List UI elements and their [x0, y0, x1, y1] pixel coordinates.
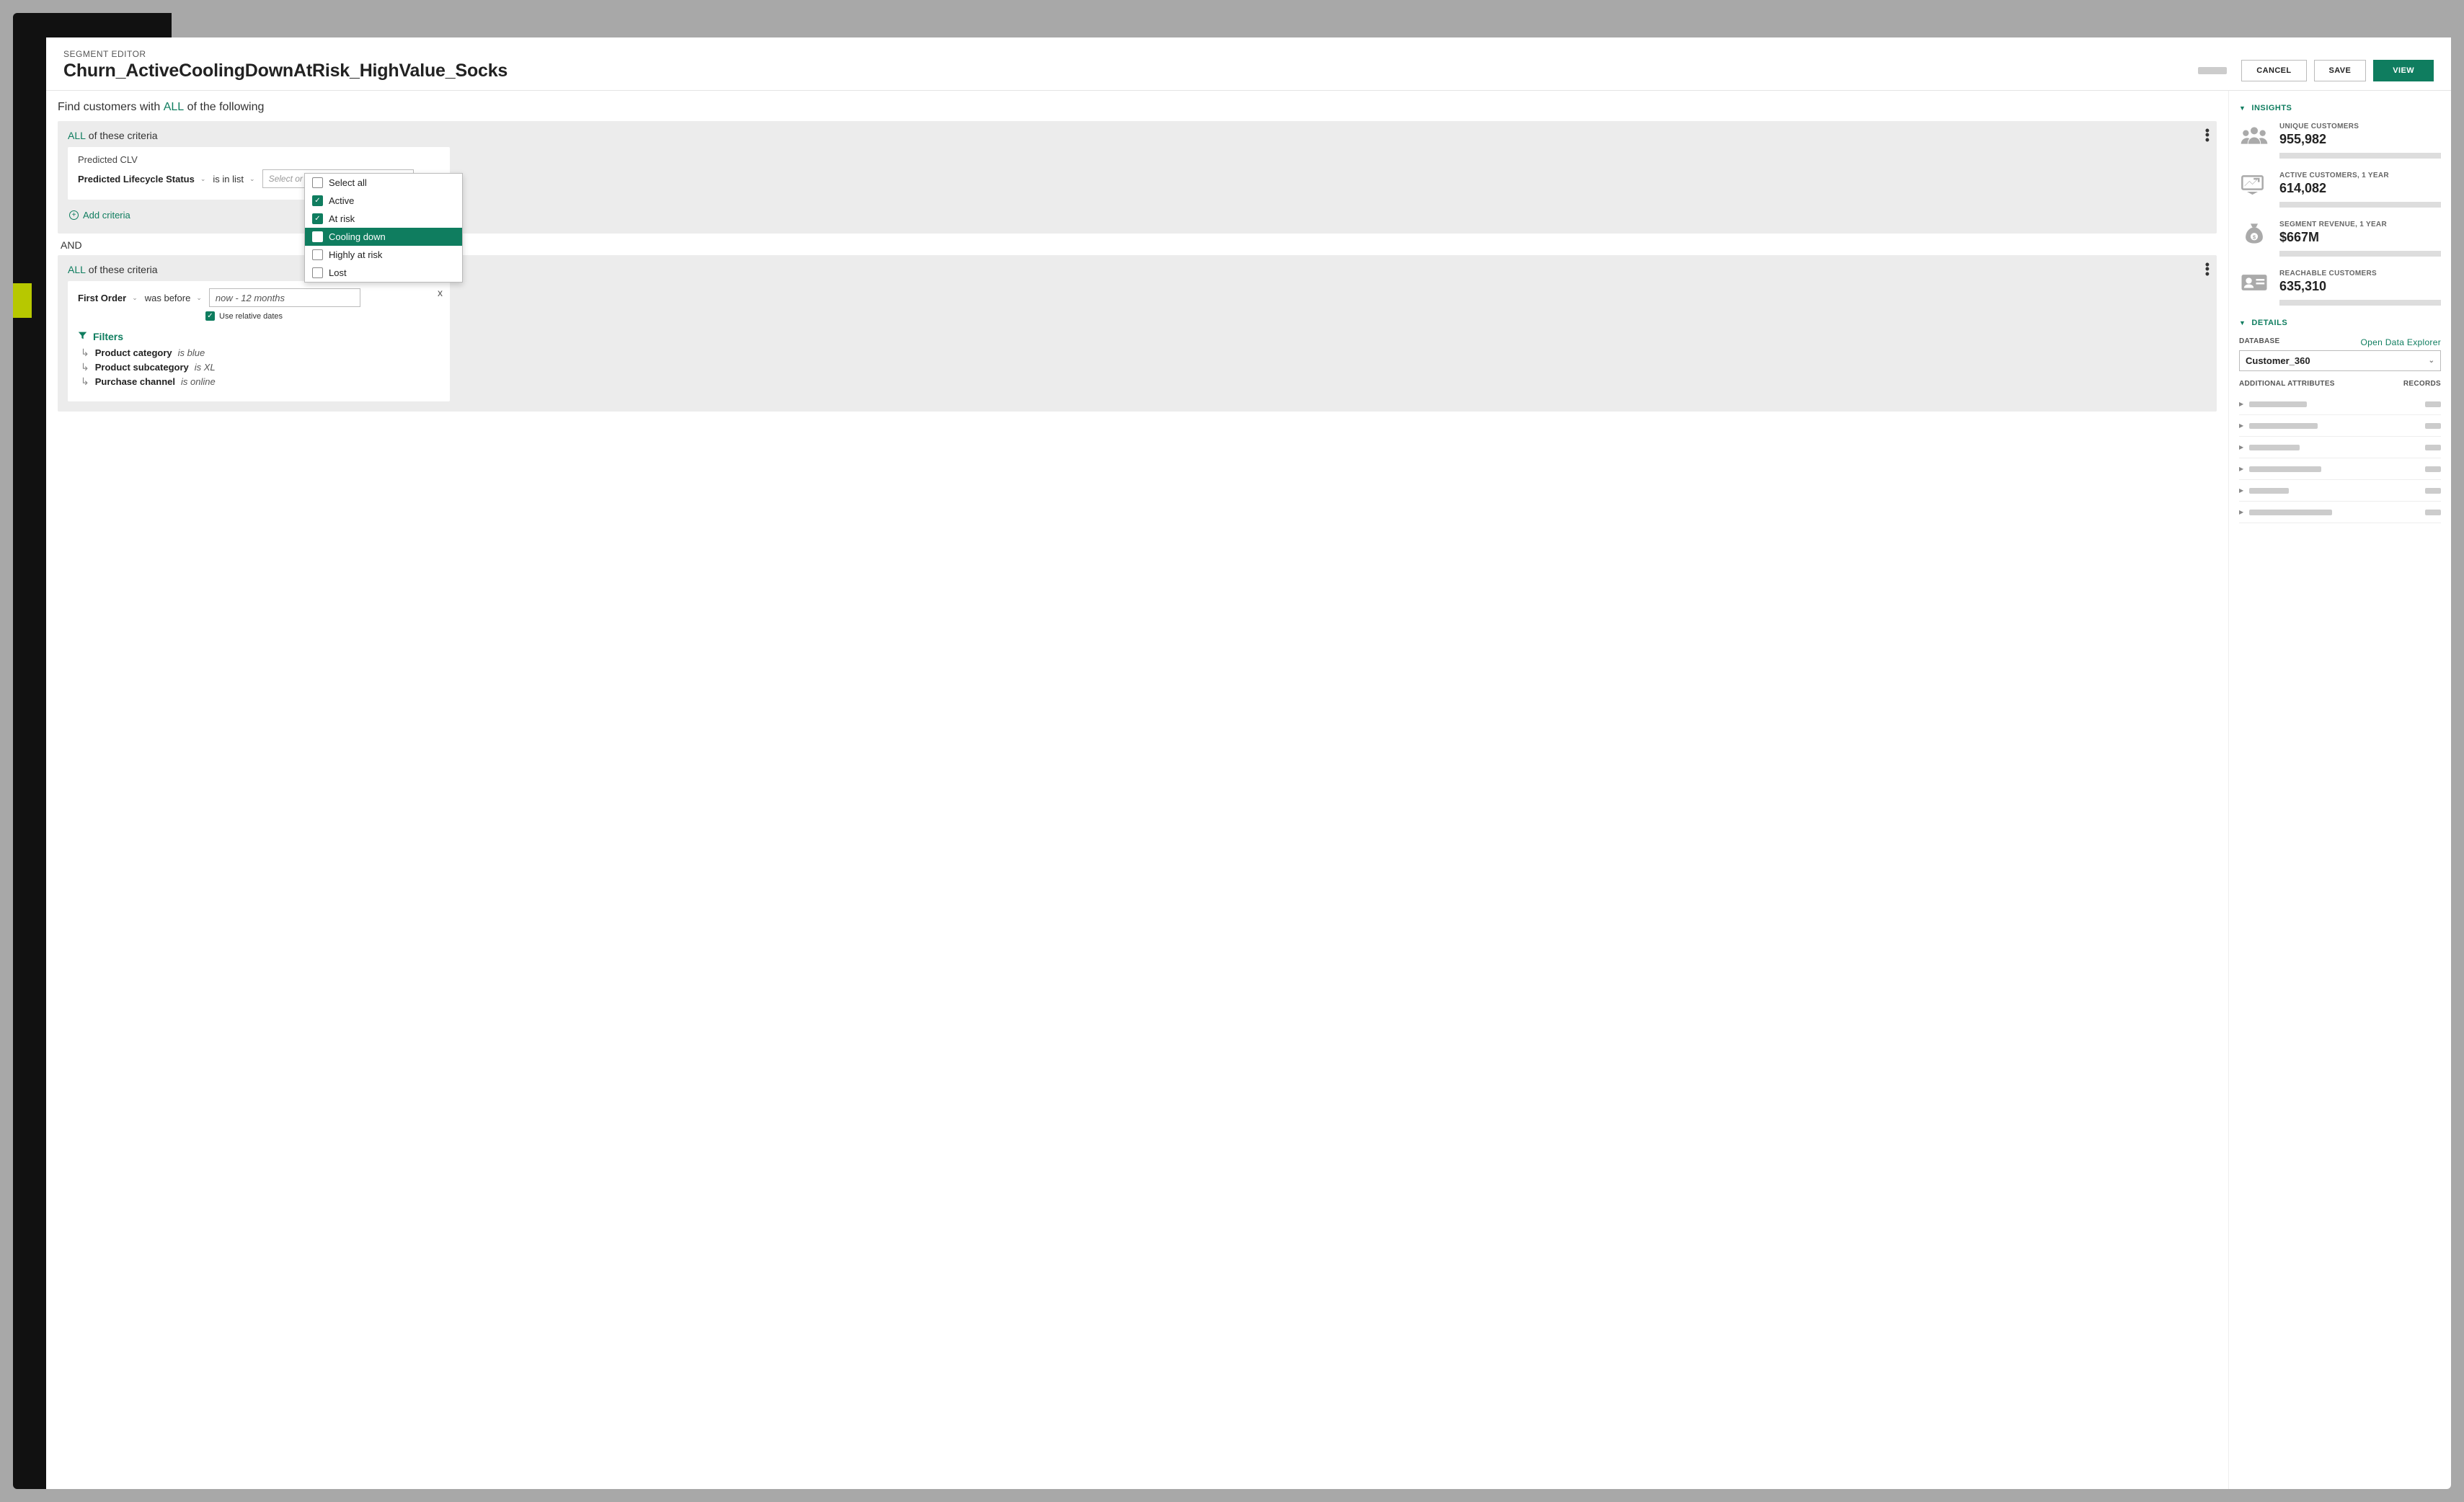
chevron-right-icon: ▶	[2239, 444, 2243, 450]
filter-row[interactable]: ↳Product subcategoryis XL	[81, 361, 440, 373]
arrow-icon: ↳	[81, 361, 89, 373]
database-label: DATABASE	[2239, 337, 2279, 347]
dropdown-option[interactable]: Select all	[305, 174, 462, 192]
chevron-right-icon: ▶	[2239, 401, 2243, 407]
idcard-icon	[2239, 270, 2269, 295]
metric-bar	[2279, 153, 2441, 159]
moneybag-icon: $	[2239, 221, 2269, 246]
chevron-down-icon: ▼	[2239, 105, 2246, 112]
dropdown-option[interactable]: ✓Active	[305, 192, 462, 210]
attribute-dropdown[interactable]: First Order	[78, 293, 126, 303]
additional-attributes-label: ADDITIONAL ATTRIBUTES	[2239, 380, 2335, 388]
close-icon[interactable]: x	[438, 287, 443, 298]
criteria-group-1: ••• ALL of these criteria Predicted CLV …	[58, 121, 2217, 234]
group-menu-icon[interactable]: •••	[2205, 128, 2210, 142]
save-button[interactable]: SAVE	[2314, 60, 2367, 81]
attribute-row[interactable]: ▶	[2239, 415, 2441, 437]
trend-icon	[2239, 172, 2269, 197]
arrow-icon: ↳	[81, 347, 89, 359]
metric-bar	[2279, 251, 2441, 257]
records-label: RECORDS	[2403, 380, 2441, 388]
chevron-right-icon: ▶	[2239, 422, 2243, 429]
checkbox-icon	[312, 249, 323, 260]
modal-header: SEGMENT EDITOR Churn_ActiveCoolingDownAt…	[46, 37, 2451, 91]
header-placeholder	[2198, 67, 2227, 74]
funnel-icon	[78, 331, 87, 340]
chevron-right-icon: ▶	[2239, 466, 2243, 472]
insight-metric: ACTIVE CUSTOMERS, 1 YEAR614,082	[2239, 172, 2441, 208]
segment-title: Churn_ActiveCoolingDownAtRisk_HighValue_…	[63, 61, 2198, 81]
database-select[interactable]: Customer_360 ⌄	[2239, 350, 2441, 371]
relative-dates-toggle[interactable]: ✓ Use relative dates	[205, 311, 440, 321]
caret-icon: ⌄	[2429, 357, 2434, 365]
attribute-row[interactable]: ▶	[2239, 480, 2441, 502]
operator-dropdown[interactable]: is in list	[213, 174, 244, 185]
view-button[interactable]: VIEW	[2373, 60, 2434, 81]
chevron-down-icon: ▼	[2239, 319, 2246, 326]
open-data-explorer-link[interactable]: Open Data Explorer	[2361, 337, 2441, 347]
dropdown-option[interactable]: ✓At risk	[305, 210, 462, 228]
modal-subtitle: SEGMENT EDITOR	[63, 49, 2198, 59]
chevron-right-icon: ▶	[2239, 509, 2243, 515]
right-panel: ▼ INSIGHTS UNIQUE CUSTOMERS955,982 ACTIVE…	[2229, 91, 2451, 1489]
checkbox-icon	[312, 177, 323, 188]
attribute-row[interactable]: ▶	[2239, 437, 2441, 458]
caret-icon: ⌄	[196, 294, 202, 302]
cancel-button[interactable]: CANCEL	[2241, 60, 2306, 81]
checkbox-icon: ✓	[312, 195, 323, 206]
criteria-editor: Find customers with ALL of the following…	[46, 91, 2229, 1489]
insights-header[interactable]: ▼ INSIGHTS	[2239, 104, 2441, 112]
filter-row[interactable]: ↳Product categoryis blue	[81, 347, 440, 359]
checkbox-icon: ✓	[312, 213, 323, 224]
dropdown-option[interactable]: Cooling down	[305, 228, 462, 246]
details-header[interactable]: ▼ DETAILS	[2239, 319, 2441, 327]
sidebar-active-indicator	[13, 283, 32, 318]
multiselect-dropdown[interactable]: Select all✓Active✓At riskCooling downHig…	[304, 173, 463, 283]
attribute-row[interactable]: ▶	[2239, 458, 2441, 480]
insight-metric: $SEGMENT REVENUE, 1 YEAR$667M	[2239, 221, 2441, 257]
plus-icon: +	[69, 210, 79, 220]
filter-row[interactable]: ↳Purchase channelis online	[81, 376, 440, 388]
caret-icon: ⌄	[200, 175, 206, 183]
add-criteria-button[interactable]: + Add criteria	[69, 210, 130, 221]
criteria-card-first-order: x First Order ⌄ was before ⌄ ✓ Use relat…	[68, 281, 450, 401]
insight-metric: REACHABLE CUSTOMERS635,310	[2239, 270, 2441, 306]
dropdown-option[interactable]: Highly at risk	[305, 246, 462, 264]
group-label: ALL of these criteria	[68, 130, 2207, 141]
metric-bar	[2279, 202, 2441, 208]
caret-icon: ⌄	[249, 175, 255, 183]
users-icon	[2239, 123, 2269, 148]
checkbox-icon	[312, 267, 323, 278]
attribute-dropdown[interactable]: Predicted Lifecycle Status	[78, 174, 195, 185]
segment-editor-modal: SEGMENT EDITOR Churn_ActiveCoolingDownAt…	[46, 37, 2451, 1489]
attribute-row[interactable]: ▶	[2239, 394, 2441, 415]
filters-header[interactable]: Filters	[78, 331, 440, 342]
attribute-row[interactable]: ▶	[2239, 502, 2441, 523]
find-customers-line: Find customers with ALL of the following	[58, 101, 2217, 114]
group-menu-icon[interactable]: •••	[2205, 262, 2210, 276]
insight-metric: UNIQUE CUSTOMERS955,982	[2239, 123, 2441, 159]
checkbox-icon: ✓	[205, 311, 215, 321]
chevron-right-icon: ▶	[2239, 487, 2243, 494]
caret-icon: ⌄	[132, 294, 138, 302]
arrow-icon: ↳	[81, 376, 89, 388]
criteria-card-clv: Predicted CLV Predicted Lifecycle Status…	[68, 147, 450, 200]
all-keyword[interactable]: ALL	[164, 101, 184, 113]
checkbox-icon	[312, 231, 323, 242]
metric-bar	[2279, 300, 2441, 306]
operator-dropdown[interactable]: was before	[145, 293, 191, 303]
date-value-input[interactable]	[209, 288, 360, 307]
dropdown-option[interactable]: Lost	[305, 264, 462, 282]
card-title: Predicted CLV	[78, 154, 440, 165]
